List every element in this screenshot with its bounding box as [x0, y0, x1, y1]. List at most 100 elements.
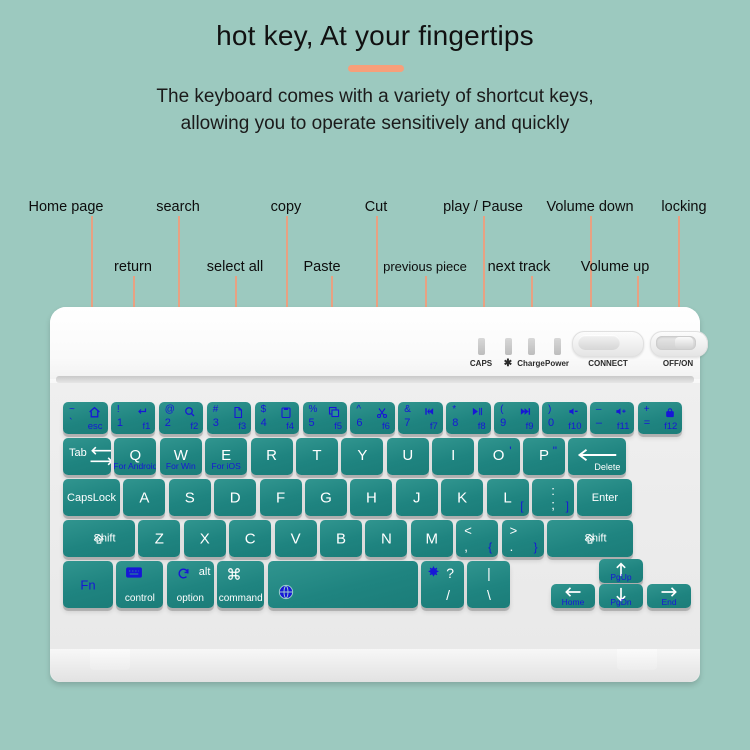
key-v[interactable]: V [274, 520, 317, 557]
key-tab[interactable]: Tab [63, 438, 111, 475]
key-x[interactable]: X [183, 520, 226, 557]
key-shift-char: $ [260, 404, 267, 415]
key-alt-char: [ [520, 499, 524, 513]
key-label: Y [357, 447, 368, 464]
tab-arrows-icon [87, 446, 111, 466]
key-g[interactable]: G [305, 479, 347, 516]
key-slash[interactable]: ? / [421, 561, 464, 608]
key-period[interactable]: >.} [501, 520, 544, 557]
key-q[interactable]: Q For Android [114, 438, 157, 475]
key-f6[interactable]: ^ 6 f6 [350, 402, 395, 434]
key-f10[interactable]: ) 0 f10 [542, 402, 587, 434]
key-f12[interactable]: + = f12 [637, 402, 683, 434]
key-e[interactable]: E For iOS [205, 438, 248, 475]
key-shift-char: + [643, 404, 650, 415]
key-primary-char: 9 [500, 417, 507, 429]
key-b[interactable]: B [320, 520, 362, 557]
key-comma[interactable]: <, { [456, 520, 499, 557]
page-subtitle: The keyboard comes with a variety of sho… [0, 84, 750, 138]
key-u[interactable]: U [386, 438, 429, 475]
command-icon [227, 567, 241, 581]
key-l[interactable]: L[ [486, 479, 529, 516]
key-arrow-up[interactable]: PgUp [599, 559, 643, 583]
key-label: Enter [591, 491, 619, 504]
key-label: L [503, 489, 512, 506]
key-f2[interactable]: @2 f2 [158, 402, 204, 434]
key-i[interactable]: I [432, 438, 475, 475]
key-h[interactable]: H [350, 479, 393, 516]
key-semicolon[interactable]: :;] [532, 479, 574, 516]
callout-label-next-track: next track [487, 259, 551, 275]
key-f8[interactable]: * 8 f8 [446, 402, 491, 434]
key-arrow-down[interactable]: PgDn [599, 584, 643, 608]
key-alt-char: ] [565, 499, 569, 513]
key-label: Shift [93, 532, 116, 545]
key-label: PgDn [610, 597, 632, 607]
key-alt-char: } [533, 540, 538, 554]
key-z[interactable]: Z [138, 520, 181, 557]
return-arrow-icon [135, 406, 148, 418]
key-a[interactable]: A [123, 479, 166, 516]
key-f4[interactable]: $4 f4 [254, 402, 300, 434]
key-shift-right[interactable]: Shift [547, 520, 633, 557]
key-primary-char: 8 [452, 417, 459, 429]
key-c[interactable]: C [229, 520, 272, 557]
key-shift-char: ? [446, 565, 454, 581]
key-label: A [139, 489, 150, 506]
key-n[interactable]: N [365, 520, 408, 557]
key-fn-label: f4 [286, 421, 295, 432]
key-fn-label: f11 [616, 421, 630, 432]
power-switch-knob[interactable] [675, 337, 693, 349]
key-label: X [199, 530, 210, 547]
key-y[interactable]: Y [341, 438, 384, 475]
paste-icon [280, 406, 292, 419]
key-s[interactable]: S [168, 479, 211, 516]
key-w[interactable]: W For Win [159, 438, 202, 475]
key-t[interactable]: T [296, 438, 338, 475]
key-fn-label: f12 [664, 421, 678, 432]
key-fn-label: f8 [477, 421, 486, 432]
key-control[interactable]: control [116, 561, 164, 608]
key-f5[interactable]: % 5 f5 [302, 402, 347, 434]
led-charge [528, 338, 535, 355]
key-fn[interactable]: Fn [63, 561, 113, 608]
key-label: control [124, 593, 155, 604]
key-esc[interactable]: ~ ` esc [63, 402, 108, 434]
key-label: N [380, 530, 392, 547]
key-backslash[interactable]: | \ [467, 561, 511, 608]
key-shift-char: alt [198, 566, 211, 578]
key-space[interactable] [267, 561, 418, 608]
key-label: Home [561, 597, 585, 607]
key-arrow-right[interactable]: End [647, 584, 691, 608]
key-option[interactable]: alt option [166, 561, 214, 608]
key-d[interactable]: D [214, 479, 257, 516]
key-r[interactable]: R [250, 438, 293, 475]
key-command[interactable]: command [217, 561, 265, 608]
key-enter[interactable]: Enter [577, 479, 633, 516]
key-label: . [509, 539, 514, 554]
key-m[interactable]: M [410, 520, 453, 557]
key-f9[interactable]: (9 f9 [494, 402, 539, 434]
key-o[interactable]: O ' [477, 438, 520, 475]
title-underline-accent [348, 65, 404, 72]
key-f3[interactable]: #3 f3 [206, 402, 252, 434]
key-j[interactable]: J [395, 479, 438, 516]
key-f11[interactable]: – – f11 [589, 402, 635, 434]
key-p[interactable]: P " [523, 438, 565, 475]
key-arrow-left[interactable]: Home [551, 584, 595, 608]
key-shift-char: > [509, 523, 518, 538]
key-delete[interactable]: Delete [568, 438, 627, 475]
key-f1[interactable]: ! 1 f1 [110, 402, 156, 434]
key-f[interactable]: F [259, 479, 302, 516]
key-f7[interactable]: & 7 f7 [398, 402, 443, 434]
key-primary-char: 4 [260, 417, 267, 429]
key-label: Delete [594, 462, 621, 472]
callout-label-previous-piece: previous piece [383, 259, 467, 274]
key-label: F [276, 489, 286, 506]
gear-icon [427, 566, 440, 579]
key-sublabel: For Win [165, 461, 196, 471]
key-capslock[interactable]: CapsLock [63, 479, 120, 516]
key-k[interactable]: K [441, 479, 484, 516]
callout-label-volume-up: Volume up [580, 259, 650, 275]
key-shift-left[interactable]: Shift [63, 520, 135, 557]
